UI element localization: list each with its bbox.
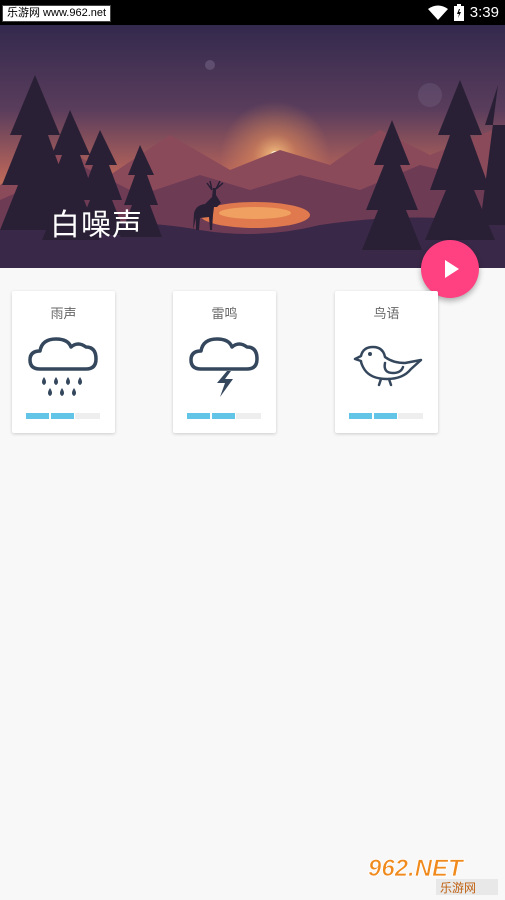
sound-label: 鸟语 <box>373 307 400 322</box>
bird-icon <box>353 345 423 387</box>
status-time: 3:39 <box>469 4 499 21</box>
watermark-logo: 962.NET 乐游网 <box>368 855 498 895</box>
sound-card-bird[interactable]: 鸟语 <box>335 291 438 433</box>
status-icons: 3:39 <box>427 0 499 25</box>
page-title: 白噪声 <box>50 208 143 243</box>
rain-cloud-icon <box>28 337 98 396</box>
watermark-brand: 962.NET <box>368 855 465 882</box>
volume-slider[interactable] <box>349 413 423 419</box>
battery-icon <box>453 4 464 21</box>
sound-label: 雨声 <box>50 307 77 322</box>
volume-fill <box>187 413 236 419</box>
sound-label: 雷鸣 <box>211 307 238 322</box>
volume-fill <box>26 413 75 419</box>
watermark-sub: 乐游网 <box>440 881 476 895</box>
play-button[interactable] <box>421 240 479 298</box>
status-bar: 乐游网 www.962.net 3:39 <box>0 0 505 25</box>
volume-fill <box>349 413 398 419</box>
sound-card-thunder[interactable]: 雷鸣 <box>173 291 276 433</box>
watermark-label: 乐游网 www.962.net <box>2 5 112 22</box>
sound-card-rain[interactable]: 雨声 <box>12 291 115 433</box>
hero-banner: 白噪声 <box>0 25 505 268</box>
thunder-cloud-icon <box>189 337 259 397</box>
volume-slider[interactable] <box>187 413 261 419</box>
wifi-icon <box>427 5 448 20</box>
play-icon <box>445 260 459 278</box>
volume-slider[interactable] <box>26 413 100 419</box>
